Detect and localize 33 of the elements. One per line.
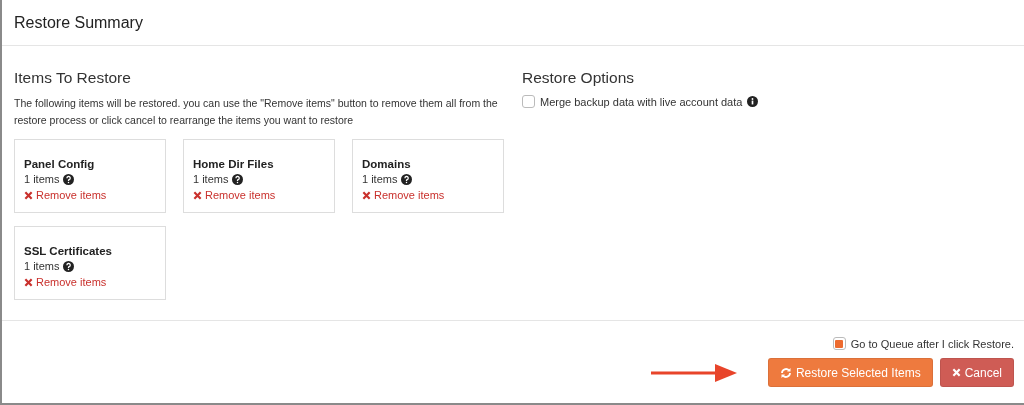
remove-items-link[interactable]: Remove items: [193, 187, 276, 204]
checkbox[interactable]: [522, 95, 535, 108]
close-icon: [951, 368, 961, 377]
checkbox[interactable]: [832, 337, 846, 350]
remove-icon: [24, 278, 33, 287]
section-heading: Restore Options: [522, 69, 635, 87]
remove-icon: [193, 191, 202, 200]
remove-items-link[interactable]: Remove items: [24, 274, 107, 291]
item-name: Home Dir Files: [193, 157, 274, 172]
description-text: The following items will be restored. you can use the "Remove items" button to remove them all from the restore process or click cancel to rearrange the items you want to restore: [14, 96, 499, 128]
dialog-title: Restore Summary: [14, 13, 143, 32]
item-name: SSL Certificates: [24, 244, 112, 259]
remove-icon: [24, 191, 33, 200]
cancel-button[interactable]: Cancel: [939, 358, 1014, 387]
remove-icon: [362, 191, 371, 200]
item-name: Domains: [362, 157, 411, 172]
option-label: Go to Queue after I click Restore.: [850, 337, 1014, 350]
section-heading: Items To Restore: [14, 69, 132, 87]
restore-button[interactable]: Restore Selected Items: [767, 358, 933, 387]
refresh-icon: [779, 366, 792, 379]
item-count: 1 items: [24, 172, 60, 187]
help-icon: [63, 174, 75, 185]
remove-items-link[interactable]: Remove items: [24, 187, 107, 204]
item-count: 1 items: [24, 259, 60, 274]
item-count: 1 items: [362, 172, 398, 187]
item-name: Panel Config: [24, 157, 95, 172]
item-count: 1 items: [193, 172, 229, 187]
option-label: Merge backup data with live account data: [540, 95, 743, 108]
help-icon: [232, 174, 244, 185]
remove-items-link[interactable]: Remove items: [362, 187, 445, 204]
help-icon: [401, 174, 413, 185]
help-icon: [63, 261, 75, 272]
info-icon: [747, 96, 759, 107]
